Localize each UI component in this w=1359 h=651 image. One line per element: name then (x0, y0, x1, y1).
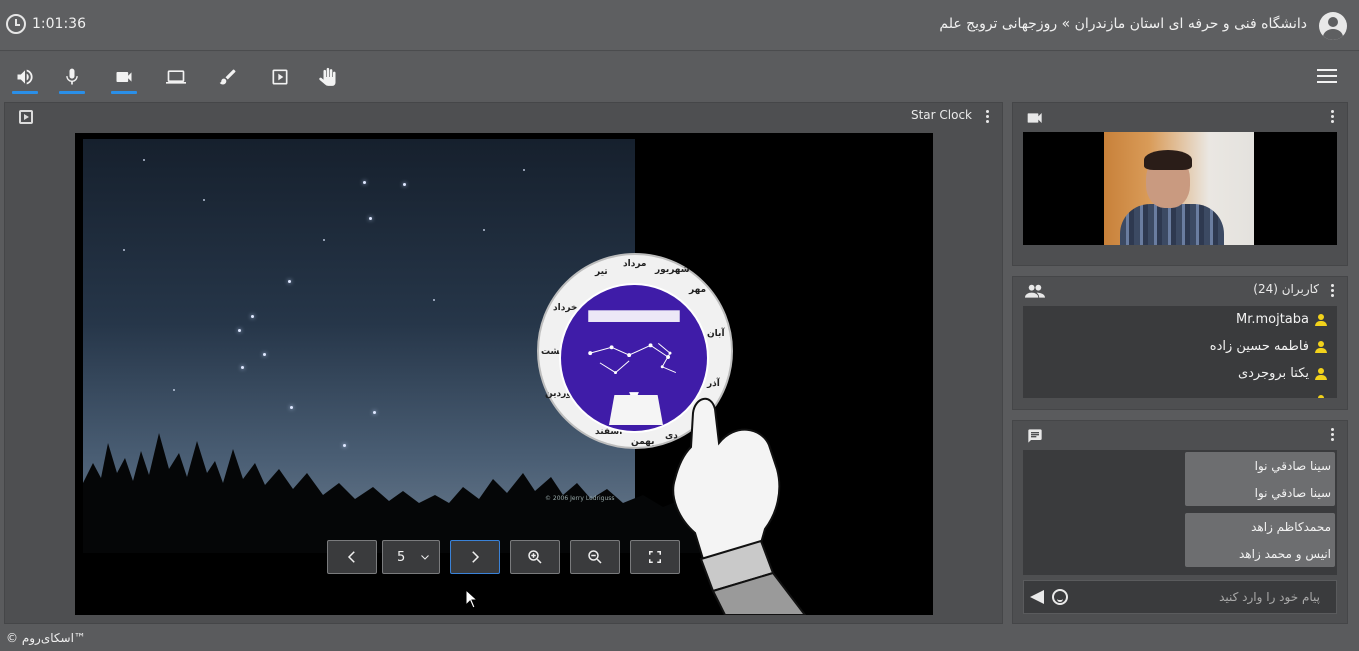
chevron-right-icon (472, 551, 480, 563)
next-slide-button[interactable] (450, 540, 500, 574)
send-icon[interactable] (1030, 590, 1044, 604)
user-name: یکتا بروجردی (1237, 366, 1309, 381)
brush-icon (219, 69, 236, 85)
camera-icon (116, 72, 132, 82)
presentation-panel: Star Clock © 2006 Jerry Lodriguss تیر مر… (4, 102, 1003, 624)
toolbar (0, 52, 1359, 100)
user-name: Mr.mojtaba (1235, 312, 1309, 327)
active-indicator (59, 91, 85, 94)
message-line: انیس و محمد زاهد (1239, 546, 1331, 561)
chevron-down-icon (421, 555, 429, 560)
chat-panel: سینا صادقي نوا سینا صادقي نوا محمدکاظم ز… (1012, 420, 1348, 624)
message-line: سینا صادقي نوا (1254, 458, 1331, 473)
elapsed-time: 1:01:36 (32, 16, 86, 32)
presentation-icon (19, 110, 33, 124)
user-icon (1315, 340, 1327, 353)
month-label: شهریور (655, 265, 690, 275)
user-row[interactable] (1023, 387, 1337, 398)
active-indicator (111, 91, 137, 94)
presentation-button[interactable] (267, 64, 293, 90)
zoom-in-button[interactable] (510, 540, 560, 574)
message-line: سینا صادقي نوا (1254, 485, 1331, 500)
slide-copyright: © 2006 Jerry Lodriguss (545, 495, 615, 502)
users-title: کاربران (24) (1253, 282, 1319, 296)
more-options-icon[interactable] (1331, 110, 1335, 124)
presenter-video-feed (1104, 132, 1254, 245)
zoom-in-icon (528, 550, 542, 564)
screen-share-icon (166, 70, 186, 84)
whiteboard-button[interactable] (215, 64, 241, 90)
room-title: دانشگاه فنی و حرفه ای استان مازندران » ر… (939, 16, 1307, 32)
video-panel-header (1013, 103, 1347, 131)
raise-hand-icon (319, 67, 336, 86)
month-label: آبان (707, 329, 725, 339)
hand-drawing (672, 398, 807, 615)
chat-icon (1028, 429, 1042, 443)
user-name: فاطمه حسین زاده (1209, 339, 1309, 354)
current-page-value: 5 (397, 549, 406, 565)
raise-hand-button[interactable] (315, 64, 341, 90)
session-timer: 1:01:36 (6, 14, 86, 34)
app-window: 1:01:36 دانشگاه فنی و حرفه ای استان مازن… (0, 0, 1359, 651)
clock-icon (6, 14, 26, 34)
user-icon (1315, 394, 1327, 398)
month-label: مرداد (623, 259, 647, 269)
previous-slide-button[interactable] (327, 540, 377, 574)
footer-brand: © اسکای‌روم™ (6, 631, 86, 645)
microphone-button[interactable] (59, 64, 85, 94)
chat-message: سینا صادقي نوا سینا صادقي نوا (1185, 452, 1335, 506)
speaker-icon (17, 69, 33, 85)
chat-message: محمدکاظم زاهد انیس و محمد زاهد (1185, 513, 1335, 567)
presentation-header: Star Clock (5, 103, 1002, 131)
user-icon (1315, 367, 1327, 380)
more-options-icon[interactable] (1331, 428, 1335, 442)
title-bar: 1:01:36 دانشگاه فنی و حرفه ای استان مازن… (0, 0, 1359, 51)
chat-input-bar: پیام خود را وارد کنید (1023, 580, 1337, 614)
page-select[interactable]: 5 (382, 540, 440, 574)
zoom-out-button[interactable] (570, 540, 620, 574)
user-row[interactable]: فاطمه حسین زاده (1023, 333, 1337, 360)
message-line: محمدکاظم زاهد (1251, 519, 1331, 534)
presentation-icon (272, 69, 288, 85)
menu-icon[interactable] (1317, 69, 1337, 85)
month-label: تیر (595, 267, 608, 277)
users-icon (1025, 284, 1045, 298)
slide-canvas: © 2006 Jerry Lodriguss تیر مرداد شهریور … (75, 133, 933, 615)
chat-panel-header (1013, 421, 1347, 449)
microphone-icon (66, 68, 78, 85)
star-clock-window (609, 395, 663, 425)
emoji-icon[interactable] (1052, 589, 1068, 605)
zoom-out-icon (588, 550, 602, 564)
more-options-icon[interactable] (1331, 284, 1335, 298)
month-label: بهمن (631, 437, 655, 447)
users-panel: کاربران (24) Mr.mojtaba فاطمه حسین زاده … (1012, 276, 1348, 410)
more-options-icon[interactable] (986, 110, 990, 124)
fullscreen-button[interactable] (630, 540, 680, 574)
account-icon[interactable] (1319, 12, 1347, 40)
chat-messages: سینا صادقي نوا سینا صادقي نوا محمدکاظم ز… (1023, 450, 1337, 575)
camera-icon (1027, 113, 1042, 123)
fullscreen-icon (649, 551, 661, 563)
screen-share-button[interactable] (163, 64, 189, 90)
users-list: Mr.mojtaba فاطمه حسین زاده یکتا بروجردی (1023, 306, 1337, 398)
active-indicator (12, 91, 38, 94)
user-icon (1315, 313, 1327, 326)
chat-input[interactable]: پیام خود را وارد کنید (1219, 590, 1320, 604)
user-row[interactable]: Mr.mojtaba (1023, 306, 1337, 333)
user-row[interactable]: یکتا بروجردی (1023, 360, 1337, 387)
users-panel-header: کاربران (24) (1013, 277, 1347, 305)
camera-button[interactable] (111, 64, 137, 94)
speaker-button[interactable] (12, 64, 38, 94)
webcam-video (1023, 132, 1337, 245)
presentation-title: Star Clock (910, 108, 972, 122)
chevron-left-icon (347, 551, 355, 563)
mouse-cursor-icon (465, 589, 479, 609)
video-panel (1012, 102, 1348, 266)
